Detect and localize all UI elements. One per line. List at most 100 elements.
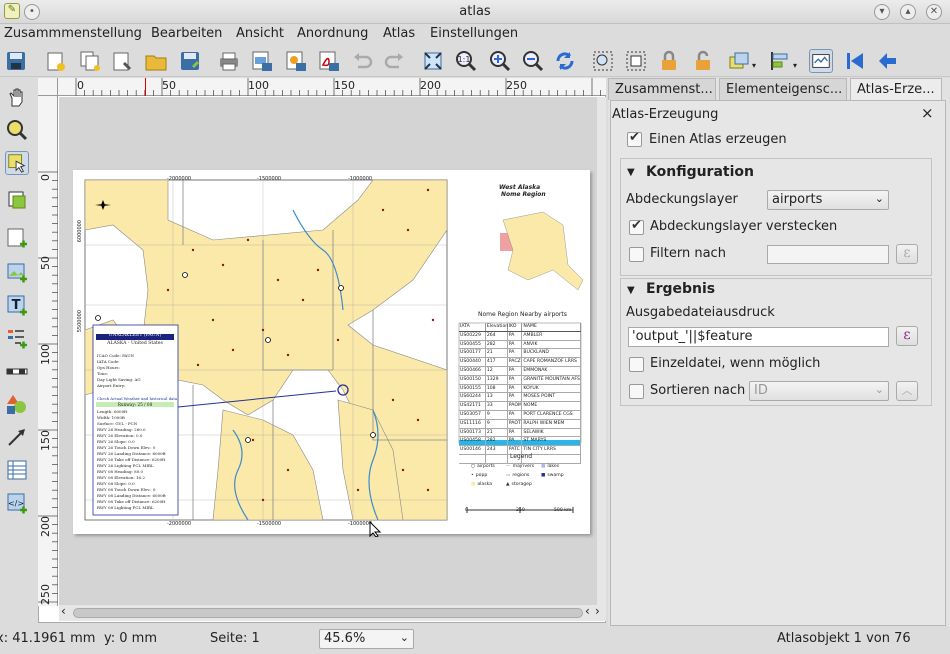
table-cell: 264 [486, 331, 508, 340]
menu-edit[interactable]: Bearbeiten [151, 26, 222, 41]
load-template-icon[interactable] [144, 49, 168, 73]
add-table-icon[interactable] [5, 458, 29, 482]
table-cell: PA [508, 384, 523, 393]
filter-input[interactable] [767, 245, 889, 264]
raise-items-icon[interactable] [727, 49, 751, 73]
pan-icon[interactable] [5, 86, 29, 110]
menu-composition[interactable]: Zusammmenstellung [4, 26, 142, 41]
table-cell: US00229 [459, 331, 486, 340]
menu-settings[interactable]: Einstellungen [430, 26, 518, 41]
raise-dropdown-icon[interactable]: ▾ [752, 61, 756, 70]
select-move-icon[interactable] [5, 151, 29, 175]
output-expression-input[interactable]: 'output_'||$feature [628, 327, 889, 347]
panel-close-icon[interactable]: × [921, 104, 934, 122]
ungroup-items-icon[interactable] [624, 49, 648, 73]
info-box-weather-link[interactable]: Check Actual Weather and historical data [97, 396, 177, 401]
add-arrow-icon[interactable] [5, 425, 29, 449]
undo-icon[interactable] [350, 49, 374, 73]
add-shape-icon[interactable] [5, 392, 29, 416]
add-label-icon[interactable]: T [5, 293, 29, 317]
coverage-layer-select[interactable]: airports ⌄ [767, 190, 889, 210]
redo-icon[interactable] [383, 49, 407, 73]
table-cell: RALPH WIEN MEM [522, 419, 581, 428]
lock-icon[interactable] [657, 49, 681, 73]
table-cell: CAPE ROMANZOF LRRS [522, 358, 581, 366]
table-cell: PA [508, 437, 523, 446]
move-content-icon[interactable] [5, 188, 29, 212]
zoom-out-icon[interactable] [521, 49, 545, 73]
output-title[interactable]: Ergebnis [646, 281, 715, 297]
sort-field-select[interactable]: ID ⌄ [749, 381, 889, 401]
scroll-right-icon[interactable]: ‹ [585, 604, 590, 618]
configuration-title[interactable]: Konfiguration [646, 164, 754, 180]
collapse-config-icon[interactable]: ▼ [627, 167, 635, 178]
airport-table[interactable]: IATA Elevation IKO NAME US00229 264 PA AMBLER U… [459, 323, 581, 464]
filter-expression-button[interactable]: ε [896, 244, 918, 264]
legend-item: ▲ storagep [506, 482, 532, 487]
table-cell: PACZ [508, 358, 523, 366]
atlas-preview-icon[interactable] [809, 49, 833, 73]
table-cell: GRANITE MOUNTAIN AFS [523, 375, 581, 384]
sort-checkbox[interactable] [629, 384, 644, 399]
zoom-100-icon[interactable]: 1:1 [454, 49, 478, 73]
info-box-subtitle: ALASKA - United States [107, 341, 163, 346]
table-row: US00455 282 PA ANVIK [459, 340, 581, 350]
new-composer-icon[interactable] [44, 49, 68, 73]
filter-checkbox[interactable] [629, 247, 644, 262]
align-dropdown-icon[interactable]: ▾ [793, 61, 797, 70]
first-feature-icon[interactable] [843, 49, 867, 73]
add-html-icon[interactable]: </> [5, 491, 29, 515]
coverage-layer-value: airports [772, 192, 823, 207]
tab-atlas-generation[interactable]: Atlas-Erze... [850, 78, 942, 100]
export-svg-icon[interactable] [284, 49, 308, 73]
group-items-icon[interactable] [591, 49, 615, 73]
tab-item-properties[interactable]: Elementeigensc... [719, 78, 847, 100]
zoom-select[interactable]: 45.6% ⌄ [319, 629, 414, 649]
legend-label: majrivers [512, 464, 535, 469]
menu-view[interactable]: Ansicht [236, 26, 284, 41]
zoom-full-icon[interactable] [421, 49, 445, 73]
scroll-left-icon[interactable]: ‹ [61, 604, 66, 618]
scroll-right-end-icon[interactable]: › [595, 604, 600, 618]
scroll-thumb[interactable] [73, 608, 583, 618]
ruler-h-label-0: 0 [77, 79, 84, 92]
add-scalebar-icon[interactable] [5, 360, 29, 384]
print-icon[interactable] [217, 49, 241, 73]
generate-atlas-checkbox[interactable] [627, 130, 642, 147]
zoom-tool-icon[interactable] [5, 118, 29, 142]
zoom-in-icon[interactable] [488, 49, 512, 73]
legend-item: ■ lakes [541, 464, 559, 469]
unlock-icon[interactable] [691, 49, 715, 73]
previous-feature-icon[interactable] [876, 49, 900, 73]
horizontal-scrollbar[interactable]: ‹ ‹ › [59, 604, 606, 621]
collapse-output-icon[interactable]: ▼ [627, 285, 635, 296]
maximize-button[interactable]: ▴ [900, 4, 916, 20]
export-pdf-icon[interactable] [317, 49, 341, 73]
menu-atlas[interactable]: Atlas [383, 26, 415, 41]
add-legend-icon[interactable] [5, 326, 29, 350]
table-cell: 243 [486, 446, 508, 454]
export-image-icon[interactable] [250, 49, 274, 73]
tab-composition[interactable]: Zusammenst... [608, 78, 716, 100]
menu-arrange[interactable]: Anordnung [297, 26, 368, 41]
table-row: US00440 417 PACZ CAPE ROMANZOF LRRS [459, 358, 581, 367]
add-image-icon[interactable] [5, 260, 29, 284]
table-cell: US00173 [459, 428, 486, 437]
composer-manager-icon[interactable] [110, 49, 134, 73]
close-button[interactable]: ✕ [926, 4, 942, 20]
sort-order-button[interactable]: ︿ [896, 381, 918, 401]
vertical-scrollbar[interactable] [597, 97, 606, 605]
align-items-icon[interactable] [768, 49, 792, 73]
add-map-icon[interactable] [5, 226, 29, 250]
duplicate-composer-icon[interactable] [78, 49, 102, 73]
refresh-icon[interactable] [553, 49, 577, 73]
hide-coverage-checkbox[interactable] [629, 218, 644, 235]
table-cell: 417 [486, 358, 508, 366]
minimize-button[interactable]: ▾ [874, 4, 890, 20]
table-body: US00229 264 PA AMBLER US00455 282 PA ANVIK US001… [459, 331, 581, 464]
table-cell: US00436 [459, 454, 486, 463]
save-template-icon[interactable] [178, 49, 202, 73]
single-file-checkbox[interactable] [629, 357, 644, 372]
save-icon[interactable] [4, 49, 28, 73]
output-expression-button[interactable]: ε [896, 326, 918, 346]
